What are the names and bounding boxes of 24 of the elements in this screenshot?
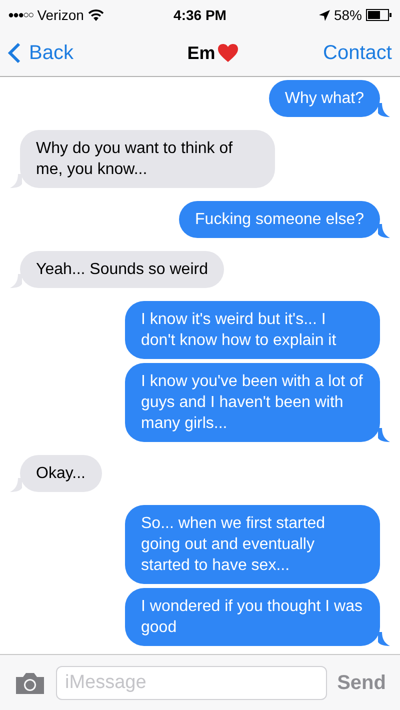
message-bubble: So... when we first started going out and eventually started to have sex... [125, 505, 380, 584]
message-bubble: I know it's weird but it's... I don't know how to explain it [125, 301, 380, 359]
heart-icon [217, 43, 240, 63]
message-field[interactable]: iMessage [56, 666, 328, 700]
battery-icon [366, 9, 392, 21]
message-bubble: Why do you want to think of me, you know... [20, 130, 275, 188]
message-bubble: Fucking someone else? [179, 201, 380, 238]
contact-button[interactable]: Contact [323, 38, 392, 68]
message-bubble: I wondered if you thought I was good [125, 588, 380, 646]
wifi-icon [88, 9, 104, 21]
signal-dots: ●●●○○ [8, 8, 34, 22]
message-bubble: Okay... [20, 455, 102, 492]
clock-time: 4:36 PM [174, 6, 226, 24]
send-button[interactable]: Send [337, 668, 386, 698]
message-bubble: Yeah... Sounds so weird [20, 251, 224, 288]
battery-percent: 58% [334, 6, 362, 24]
camera-icon[interactable] [14, 670, 46, 694]
location-arrow-icon [318, 10, 330, 20]
carrier-name: Verizon [37, 6, 84, 24]
chevron-left-icon [8, 42, 21, 64]
message-bubble: I know you've been with a lot of guys and I haven't been with many girls... [125, 363, 380, 442]
back-button[interactable]: Back [8, 38, 74, 68]
contact-name: Em [187, 42, 216, 64]
message-bubble: Why what? [268, 80, 380, 117]
